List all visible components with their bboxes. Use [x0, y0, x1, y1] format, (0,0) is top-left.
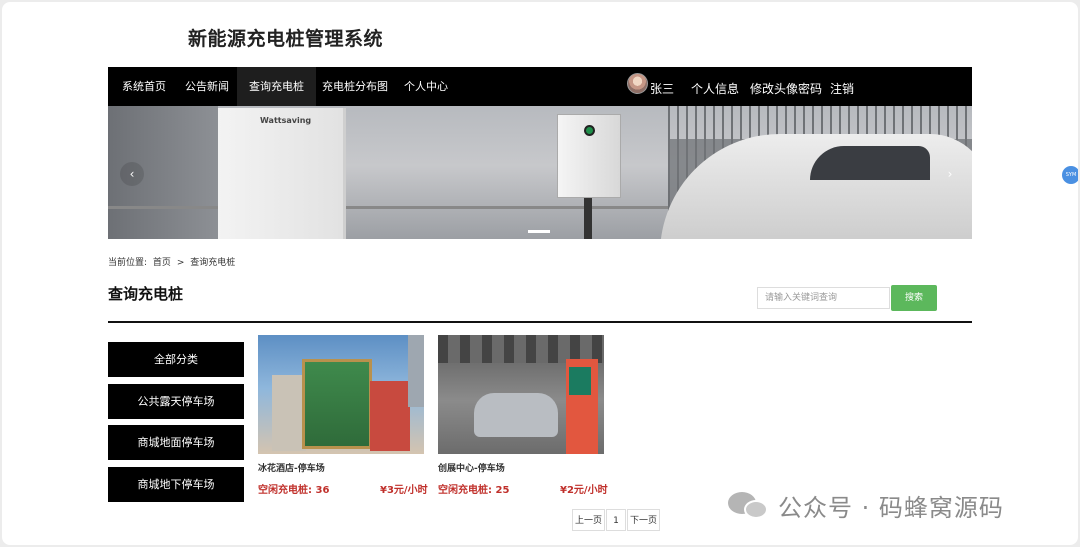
- section-divider: [108, 321, 972, 323]
- card-available-count: 空闲充电桩: 36: [258, 485, 330, 496]
- page-title: 查询充电桩: [108, 285, 184, 303]
- nav-item-home[interactable]: 系统首页: [122, 67, 166, 106]
- nav-item-search-charger[interactable]: 查询充电桩: [237, 67, 316, 106]
- carousel-indicator[interactable]: [528, 230, 550, 233]
- image-tower: [408, 335, 424, 407]
- breadcrumb-prefix: 当前位置:: [108, 258, 148, 268]
- top-navbar: 系统首页 公告新闻 查询充电桩 充电桩分布图 个人中心 张三 个人信息 修改头像…: [108, 67, 972, 106]
- card-price: ¥3元/小时: [380, 485, 428, 496]
- pagination-next-button[interactable]: 下一页: [627, 509, 660, 531]
- breadcrumb-home[interactable]: 首页: [153, 258, 171, 268]
- banner-wall-charger: [557, 114, 621, 198]
- floating-helper-icon[interactable]: SYM: [1062, 166, 1078, 184]
- breadcrumb: 当前位置: 首页 > 查询充电桩: [108, 255, 238, 268]
- carousel-next-icon[interactable]: ›: [938, 162, 962, 186]
- watermark-text: 公众号 · 码蜂窝源码: [778, 494, 1004, 522]
- site-title: 新能源充电桩管理系统: [188, 28, 384, 50]
- breadcrumb-separator: >: [176, 258, 185, 268]
- avatar[interactable]: [627, 73, 648, 94]
- card-image[interactable]: [438, 335, 604, 454]
- image-car: [474, 393, 558, 437]
- car-window: [810, 146, 930, 180]
- banner-pole: [584, 198, 592, 239]
- image-building: [370, 381, 410, 451]
- image-sign: [569, 367, 591, 395]
- card-image[interactable]: [258, 335, 424, 454]
- carousel-prev-icon[interactable]: ‹: [120, 162, 144, 186]
- nav-item-personal-center[interactable]: 个人中心: [404, 67, 448, 106]
- search-button[interactable]: 搜索: [891, 285, 937, 311]
- search-input[interactable]: [757, 287, 890, 309]
- banner-brand-text: Wattsaving: [260, 116, 312, 125]
- card-name[interactable]: 冰花酒店-停车场: [258, 461, 325, 474]
- card-price: ¥2元/小时: [560, 485, 608, 496]
- pagination-page-1[interactable]: 1: [606, 509, 626, 531]
- nav-item-news[interactable]: 公告新闻: [174, 67, 240, 106]
- category-public-outdoor-parking[interactable]: 公共露天停车场: [108, 384, 244, 419]
- nav-item-charger-map[interactable]: 充电桩分布图: [322, 67, 388, 106]
- page-frame: 新能源充电桩管理系统 系统首页 公告新闻 查询充电桩 充电桩分布图 个人中心 张…: [2, 2, 1078, 545]
- card-available-count: 空闲充电桩: 25: [438, 485, 510, 496]
- pagination-prev-button[interactable]: 上一页: [572, 509, 605, 531]
- charger-indicator-icon: [584, 125, 595, 136]
- banner-carousel[interactable]: Wattsaving ‹ ›: [108, 106, 972, 239]
- image-building: [272, 375, 306, 451]
- category-mall-ground-parking[interactable]: 商城地面停车场: [108, 425, 244, 460]
- category-mall-underground-parking[interactable]: 商城地下停车场: [108, 467, 244, 502]
- breadcrumb-current: 查询充电桩: [190, 258, 236, 268]
- category-all[interactable]: 全部分类: [108, 342, 244, 377]
- card-name[interactable]: 创展中心-停车场: [438, 461, 505, 474]
- image-building: [302, 359, 372, 449]
- banner-charger-image: Wattsaving: [218, 108, 346, 239]
- wechat-icon: [728, 492, 770, 520]
